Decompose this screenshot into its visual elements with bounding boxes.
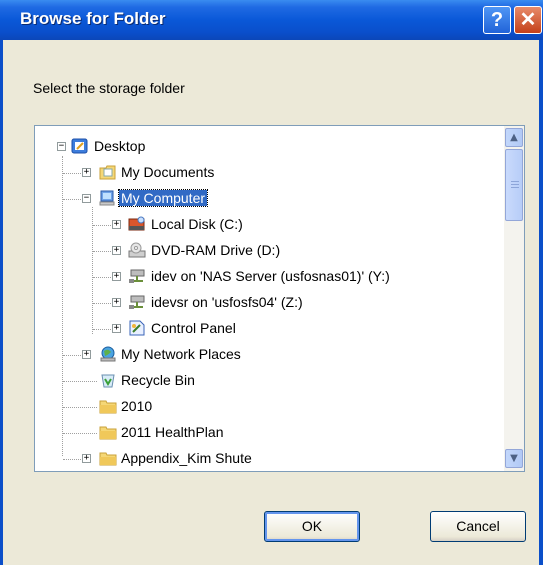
tree-item-my-computer[interactable]: − My Computer (35, 188, 505, 210)
tree-connector (93, 225, 111, 226)
tree-item-label: idevsr on 'usfosfs04' (Z:) (151, 294, 303, 310)
help-icon: ? (490, 9, 504, 31)
grip-line (511, 181, 519, 182)
network-drive-icon (129, 269, 145, 283)
tree-item-label: 2010 (121, 398, 153, 414)
tree-connector (63, 173, 81, 174)
dialog-title: Browse for Folder (20, 9, 166, 28)
tree-item-folder-2011-healthplan[interactable]: 2011 HealthPlan (35, 422, 505, 444)
close-icon: ✕ (519, 9, 537, 31)
expand-toggle[interactable]: + (112, 272, 121, 281)
tree-item-label: DVD-RAM Drive (D:) (151, 242, 281, 258)
tree-item-network-drive-y[interactable]: + idev on 'NAS Server (usfosnas01)' (Y:) (35, 266, 505, 288)
cancel-button[interactable]: Cancel (430, 511, 526, 542)
folder-icon (99, 400, 117, 414)
tree-connector (63, 459, 81, 460)
tree-item-dvd-drive[interactable]: + DVD-RAM Drive (D:) (35, 240, 505, 262)
tree-connector (63, 381, 97, 382)
expand-toggle[interactable]: + (112, 324, 121, 333)
network-places-icon (100, 346, 116, 362)
tree-connector (93, 329, 111, 330)
tree-item-recycle-bin[interactable]: Recycle Bin (35, 370, 505, 392)
chevron-up-icon: ▲ (510, 132, 518, 143)
folder-icon (99, 452, 117, 466)
tree-item-desktop[interactable]: − Desktop (35, 136, 505, 158)
tree-item-control-panel[interactable]: + Control Panel (35, 318, 505, 340)
grip-line (511, 187, 519, 188)
network-drive-icon (129, 295, 145, 309)
tree-item-folder-2010[interactable]: 2010 (35, 396, 505, 418)
tree-item-label: My Documents (121, 164, 215, 180)
desktop-icon (71, 138, 88, 154)
tree-item-network-drive-z[interactable]: + idevsr on 'usfosfs04' (Z:) (35, 292, 505, 314)
grip-line (511, 184, 519, 185)
tree-item-folder-appendix[interactable]: + Appendix_Kim Shute (35, 448, 505, 470)
expand-toggle[interactable]: + (82, 454, 91, 463)
tree-item-label: 2011 HealthPlan (121, 424, 224, 440)
control-panel-icon (129, 320, 145, 336)
collapse-toggle[interactable]: − (57, 142, 66, 151)
collapse-toggle[interactable]: − (82, 194, 91, 203)
tree-connector (93, 303, 111, 304)
tree-connector (93, 251, 111, 252)
expand-toggle[interactable]: + (82, 350, 91, 359)
scroll-thumb[interactable] (505, 149, 523, 221)
expand-toggle[interactable]: + (112, 246, 121, 255)
tree-item-local-disk[interactable]: + Local Disk (C:) (35, 214, 505, 236)
tree-item-label: idev on 'NAS Server (usfosnas01)' (Y:) (151, 268, 390, 284)
tree-item-label: Local Disk (C:) (151, 216, 243, 232)
scroll-up-button[interactable]: ▲ (505, 128, 523, 147)
window-border-right (539, 40, 543, 565)
folder-documents-icon (99, 165, 116, 180)
tree-connector (63, 199, 81, 200)
tree-item-network-places[interactable]: + My Network Places (35, 344, 505, 366)
tree-connector (63, 433, 97, 434)
tree-item-label: My Computer (117, 189, 209, 207)
vertical-scrollbar[interactable]: ▲ ▼ (504, 126, 524, 471)
tree-item-label: Desktop (94, 138, 146, 154)
title-bar[interactable]: Browse for Folder ? ✕ (0, 0, 543, 40)
hard-disk-icon (128, 216, 145, 231)
tree-connector (93, 277, 111, 278)
browse-folder-dialog: Browse for Folder ? ✕ Select the storage… (0, 0, 543, 565)
help-button[interactable]: ? (483, 6, 511, 34)
dvd-drive-icon (128, 242, 146, 258)
folder-tree[interactable]: − Desktop + My Documents − My Computer +… (34, 125, 525, 472)
dialog-prompt: Select the storage folder (33, 80, 185, 96)
tree-item-label: Recycle Bin (121, 372, 195, 388)
close-button[interactable]: ✕ (514, 6, 542, 34)
computer-icon (99, 190, 115, 206)
folder-icon (99, 426, 117, 440)
tree-connector (63, 355, 81, 356)
expand-toggle[interactable]: + (82, 168, 91, 177)
tree-item-my-documents[interactable]: + My Documents (35, 162, 505, 184)
recycle-bin-icon (101, 374, 115, 388)
expand-toggle[interactable]: + (112, 298, 121, 307)
ok-button[interactable]: OK (264, 511, 360, 542)
tree-item-label: Control Panel (151, 320, 236, 336)
expand-toggle[interactable]: + (112, 220, 121, 229)
tree-connector (63, 407, 97, 408)
tree-item-label: My Network Places (121, 346, 241, 362)
window-border-left (0, 40, 3, 565)
chevron-down-icon: ▼ (510, 453, 518, 464)
tree-item-label: Appendix_Kim Shute (121, 450, 252, 466)
scroll-down-button[interactable]: ▼ (505, 449, 523, 468)
